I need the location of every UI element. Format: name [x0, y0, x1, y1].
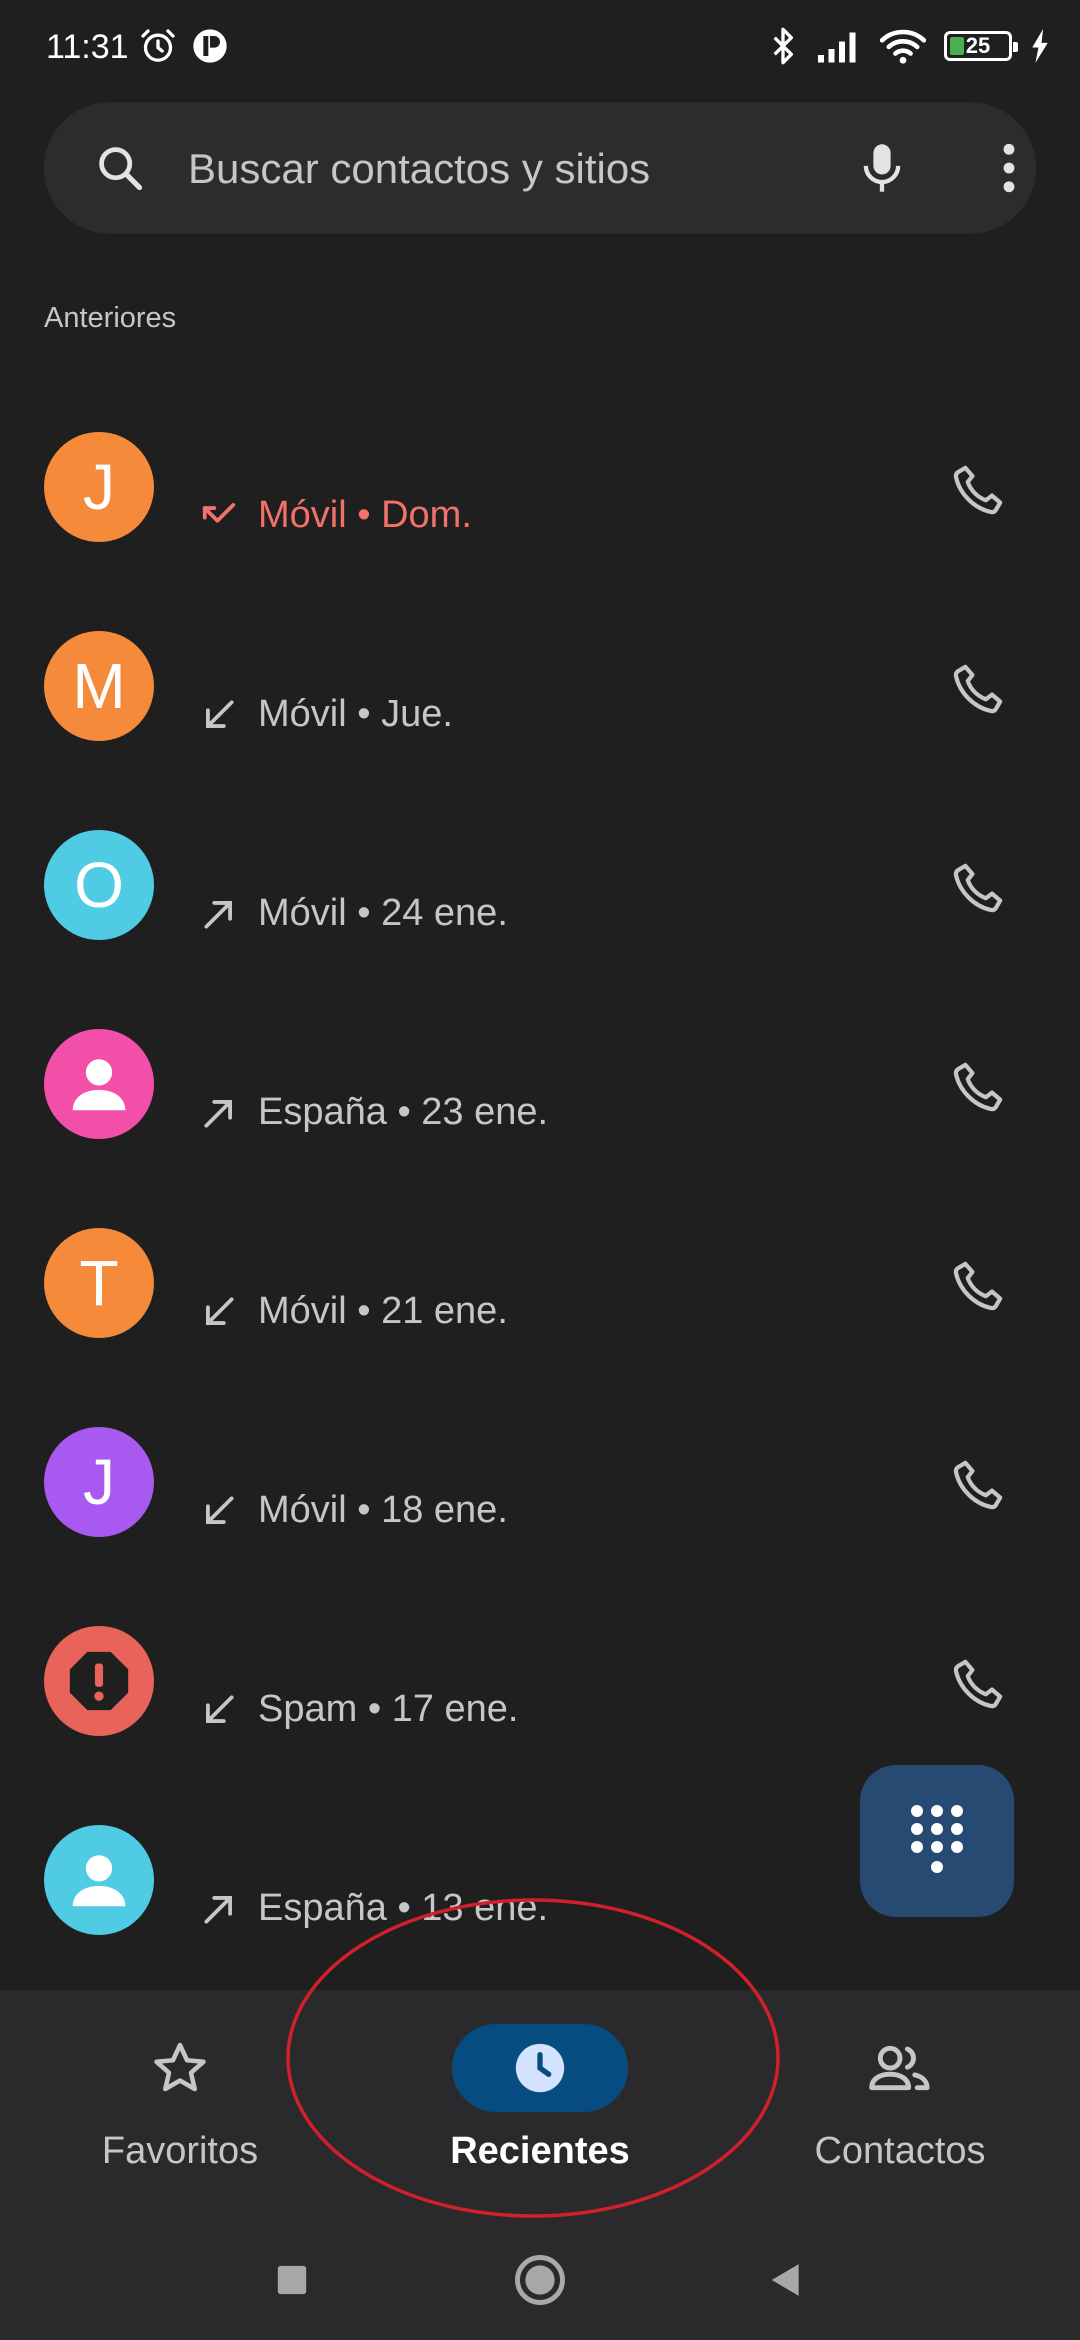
- call-details: Móvil • 18 ene.: [200, 1489, 508, 1532]
- call-button[interactable]: [948, 1654, 1008, 1714]
- nav-tab-contactos[interactable]: Contactos: [720, 1990, 1080, 2200]
- incoming-call-icon: [206, 1694, 234, 1723]
- phone-screen: 11:31 25 Buscar contactos y sitios Anter…: [0, 0, 1080, 2340]
- call-row[interactable]: M Móvil • Jue.: [0, 631, 1080, 830]
- missed-call-icon: [202, 502, 236, 523]
- call-button[interactable]: [948, 858, 1008, 918]
- contact-avatar[interactable]: M: [44, 631, 154, 741]
- incoming-call-icon: [206, 1495, 234, 1524]
- call-detail-text: Móvil • Jue.: [258, 693, 453, 735]
- star-icon: [154, 2042, 206, 2092]
- contact-avatar[interactable]: O: [44, 830, 154, 940]
- nav-icon-container: [452, 2024, 628, 2112]
- call-detail-text: Móvil • 18 ene.: [258, 1489, 508, 1531]
- phone-icon[interactable]: [950, 1258, 1006, 1314]
- call-row[interactable]: O Móvil • 24 ene.: [0, 830, 1080, 1029]
- call-detail-text: Móvil • 21 ene.: [258, 1290, 508, 1332]
- contact-avatar[interactable]: [44, 1825, 154, 1935]
- contact-avatar[interactable]: J: [44, 1427, 154, 1537]
- call-details: Móvil • Jue.: [200, 693, 453, 736]
- person-icon: [72, 1059, 126, 1111]
- back-triangle-icon[interactable]: [767, 2260, 805, 2300]
- call-button[interactable]: [948, 1256, 1008, 1316]
- call-row[interactable]: España • 23 ene.: [0, 1029, 1080, 1228]
- phone-icon[interactable]: [950, 1656, 1006, 1712]
- contact-avatar[interactable]: [44, 1029, 154, 1139]
- nav-icon-container: [92, 2024, 268, 2112]
- circle-icon[interactable]: [513, 2253, 567, 2307]
- phone-icon[interactable]: [950, 1059, 1006, 1115]
- nav-label: Recientes: [450, 2130, 630, 2172]
- phone-icon[interactable]: [950, 661, 1006, 717]
- outgoing-call-icon: [204, 1099, 232, 1128]
- dialpad-button[interactable]: [860, 1765, 1014, 1917]
- phone-icon[interactable]: [950, 462, 1006, 518]
- home-button[interactable]: [510, 2250, 570, 2310]
- call-details: España • 23 ene.: [200, 1091, 548, 1134]
- back-button[interactable]: [756, 2250, 816, 2310]
- dialpad-icon[interactable]: [907, 1803, 967, 1879]
- outgoing-call-icon: [204, 1895, 232, 1924]
- call-details: Móvil • Dom.: [200, 494, 472, 537]
- call-button[interactable]: [948, 1057, 1008, 1117]
- call-row[interactable]: T Móvil • 21 ene.: [0, 1228, 1080, 1427]
- call-row[interactable]: J Móvil • Dom.: [0, 432, 1080, 631]
- call-button[interactable]: [948, 460, 1008, 520]
- call-detail-text: España • 23 ene.: [258, 1091, 549, 1133]
- call-detail-text: Spam • 17 ene.: [258, 1688, 519, 1730]
- system-navigation-bar: [0, 2220, 1080, 2330]
- recent-apps-button[interactable]: [262, 2250, 322, 2310]
- outgoing-call-icon: [204, 900, 232, 929]
- nav-tab-recientes[interactable]: Recientes: [360, 1990, 720, 2200]
- incoming-call-icon: [206, 699, 234, 728]
- call-details: Móvil • 21 ene.: [200, 1290, 508, 1333]
- nav-label: Favoritos: [101, 2130, 259, 2172]
- incoming-call-icon: [206, 1296, 234, 1325]
- nav-label: Contactos: [814, 2130, 986, 2172]
- people-icon: [869, 2045, 930, 2091]
- call-button[interactable]: [948, 659, 1008, 719]
- call-button[interactable]: [948, 1455, 1008, 1515]
- nav-icon-container: [812, 2024, 988, 2112]
- contact-avatar[interactable]: T: [44, 1228, 154, 1338]
- phone-icon[interactable]: [950, 860, 1006, 916]
- spam-warning-icon: [69, 1651, 129, 1711]
- recent-calls-list: J Móvil • Dom. M Móvil • Jue. O Móvil • …: [0, 0, 1080, 1990]
- nav-tab-favoritos[interactable]: Favoritos: [0, 1990, 360, 2200]
- call-detail-text: Móvil • Dom.: [258, 494, 472, 536]
- call-row[interactable]: J Móvil • 18 ene.: [0, 1427, 1080, 1626]
- call-details: España • 13 ene.: [200, 1887, 548, 1930]
- call-detail-text: España • 13 ene.: [258, 1887, 549, 1929]
- contact-avatar[interactable]: [44, 1626, 154, 1736]
- call-detail-text: Móvil • 24 ene.: [258, 892, 508, 934]
- clock-icon: [515, 2043, 565, 2093]
- contact-avatar[interactable]: J: [44, 432, 154, 542]
- square-icon[interactable]: [275, 2263, 309, 2297]
- call-details: Spam • 17 ene.: [200, 1688, 518, 1731]
- call-details: Móvil • 24 ene.: [200, 892, 508, 935]
- phone-icon[interactable]: [950, 1457, 1006, 1513]
- person-icon: [72, 1855, 126, 1907]
